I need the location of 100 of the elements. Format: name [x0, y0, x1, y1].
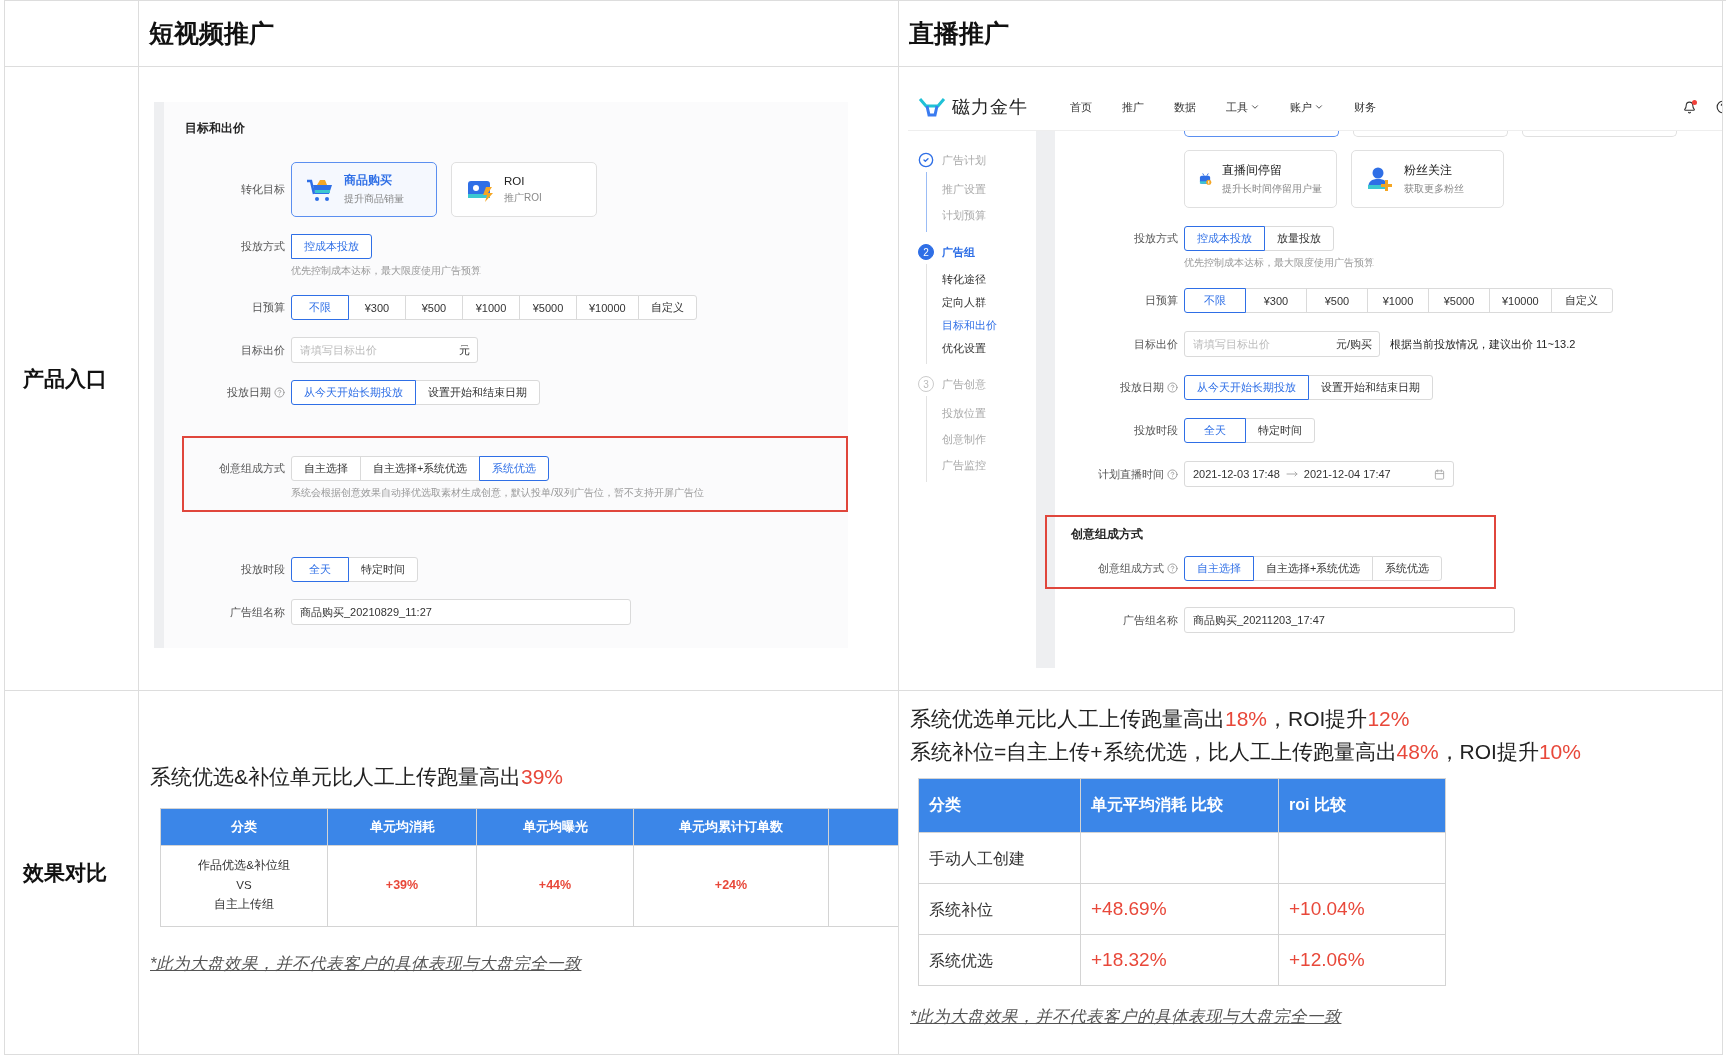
field-label: 投放时段: [241, 562, 285, 577]
option-button[interactable]: 全天: [1184, 418, 1246, 443]
option-button[interactable]: ¥500: [1306, 288, 1368, 313]
field-label: 计划直播时间: [1098, 466, 1164, 482]
option-button[interactable]: 自定义: [1550, 288, 1613, 313]
field-label: 目标出价: [241, 342, 285, 358]
field-label: 目标出价: [1134, 336, 1178, 352]
field-label: 转化目标: [241, 182, 285, 197]
table-header-cell: 单元均消耗: [328, 808, 477, 846]
table-header-cell: 分类: [161, 808, 328, 846]
field-label: 投放日期: [227, 385, 271, 400]
hint-text: 优先控制成本达标，最大限度使用广告预算: [291, 264, 481, 278]
option-button[interactable]: 控成本投放: [291, 234, 372, 259]
field-label: 投放方式: [241, 239, 285, 254]
sidebar-item[interactable]: 定向人群: [942, 291, 1036, 314]
sidebar-item[interactable]: 转化途径: [942, 268, 1036, 291]
unit-label: 元: [459, 342, 470, 358]
sidebar-item[interactable]: 优化设置: [942, 337, 1036, 360]
option-button[interactable]: 设置开始和结束日期: [1308, 375, 1433, 400]
table-cell: 作品优选&补位组 VS 自主上传组: [161, 845, 328, 927]
option-button[interactable]: 设置开始和结束日期: [415, 380, 540, 405]
option-button[interactable]: ¥1000: [462, 295, 520, 320]
field-label: 创意组成方式: [219, 461, 285, 476]
goal-card[interactable]: ROI 推广ROI: [451, 162, 597, 217]
chevron-down-icon: [1314, 102, 1324, 112]
unit-label: 元/购买: [1335, 336, 1372, 352]
logo-text: 磁力金牛: [952, 96, 1028, 119]
input-field[interactable]: 商品购买_20210829_11:27: [291, 599, 631, 625]
option-button[interactable]: 特定时间: [348, 557, 418, 582]
option-button[interactable]: 特定时间: [1245, 418, 1315, 443]
option-button[interactable]: ¥5000: [519, 295, 577, 320]
nav-item[interactable]: 数据: [1174, 99, 1196, 115]
card-subtitle: 推广ROI: [504, 190, 542, 205]
table-header-cell: 分类: [919, 779, 1081, 834]
table-header-cell: 单元均累计订单数: [634, 808, 829, 846]
nav-item[interactable]: 首页: [1070, 99, 1092, 115]
table-header-cell: roi 比较: [1279, 779, 1446, 834]
row-label: 效果对比: [22, 859, 108, 886]
option-button[interactable]: 从今天开始长期投放: [291, 380, 416, 405]
goal-card[interactable]: 商品购买 提升商品销量: [291, 162, 437, 217]
table-header-cell: 单元平均消耗 比较: [1081, 779, 1279, 834]
chevron-down-icon: [1250, 102, 1260, 112]
option-button[interactable]: ¥1000: [1367, 288, 1429, 313]
card-title: 粉丝关注: [1404, 162, 1453, 178]
column-header: 短视频推广: [148, 18, 275, 49]
goal-card[interactable]: 直播间停留 提升长时间停留用户量: [1184, 150, 1337, 208]
card-subtitle: 提升长时间停留用户量: [1222, 181, 1322, 196]
card-subtitle: 获取更多粉丝: [1404, 181, 1464, 196]
footnote: *此为大盘效果，并不代表客户的具体表现与大盘完全一致: [150, 952, 583, 974]
option-button[interactable]: 自主选择+系统优选: [360, 456, 481, 481]
table-cell: +39%: [328, 845, 477, 927]
goal-card[interactable]: 粉丝关注 获取更多粉丝: [1351, 150, 1504, 208]
nav-item[interactable]: 工具: [1226, 99, 1260, 115]
option-button[interactable]: 不限: [291, 295, 349, 320]
option-button[interactable]: ¥5000: [1428, 288, 1490, 313]
option-button[interactable]: ¥300: [348, 295, 406, 320]
input-field[interactable]: 商品购买_20211203_17:47: [1184, 607, 1515, 633]
hint-text: 系统会根据创意效果自动择优选取素材生成创意，默认投单/双列广告位，暂不支持开屏广告位: [291, 486, 704, 500]
sidebar-item[interactable]: 目标和出价: [942, 314, 1036, 337]
option-button[interactable]: 系统优选: [1372, 556, 1443, 581]
option-button[interactable]: 自主选择: [291, 456, 361, 481]
option-button[interactable]: 自主选择: [1184, 556, 1254, 581]
headline: 系统优选单元比人工上传跑量高出18%，ROI提升12%: [910, 706, 1411, 732]
option-button[interactable]: 不限: [1184, 288, 1246, 313]
table-cell: 系统优选: [919, 935, 1081, 987]
field-label: 投放方式: [1134, 231, 1178, 246]
table-cell: +24%: [634, 845, 829, 927]
notification-icon[interactable]: [1683, 100, 1696, 114]
field-label: 广告组名称: [1123, 612, 1178, 628]
option-button[interactable]: ¥10000: [1489, 288, 1552, 313]
option-button[interactable]: 系统优选: [479, 456, 550, 481]
step-title[interactable]: 广告组: [942, 244, 975, 260]
column-header: 直播推广: [908, 18, 1010, 49]
table-cell: +18.32%: [1081, 935, 1279, 987]
person-add-icon: [1366, 165, 1394, 193]
nav-item[interactable]: 账户: [1290, 99, 1324, 115]
option-button[interactable]: 控成本投放: [1184, 226, 1265, 251]
footnote: *此为大盘效果，并不代表客户的具体表现与大盘完全一致: [910, 1006, 1343, 1028]
step-number: 2: [918, 244, 934, 260]
option-button[interactable]: ¥10000: [576, 295, 639, 320]
section-title: 目标和出价: [185, 120, 246, 137]
option-button[interactable]: 放量投放: [1264, 226, 1334, 251]
calendar-icon: [1434, 468, 1445, 480]
field-label: 广告组名称: [230, 604, 285, 620]
table-cell: 系统补位: [919, 884, 1081, 936]
option-button[interactable]: 自主选择+系统优选: [1253, 556, 1374, 581]
option-button[interactable]: ¥500: [405, 295, 463, 320]
option-button[interactable]: ¥300: [1245, 288, 1307, 313]
option-button[interactable]: 全天: [291, 557, 349, 582]
option-button[interactable]: 从今天开始长期投放: [1184, 375, 1309, 400]
option-button[interactable]: 自定义: [637, 295, 697, 320]
field-label: 投放时段: [1134, 423, 1178, 438]
nav-item[interactable]: 财务: [1354, 99, 1376, 115]
table-cell: +12.06%: [1279, 935, 1446, 987]
field-label: 投放日期: [1120, 380, 1164, 395]
hint-text: 优先控制成本达标，最大限度使用广告预算: [1184, 256, 1374, 270]
headline: 系统补位=自主上传+系统优选，比人工上传跑量高出48%，ROI提升10%: [910, 738, 1582, 765]
date-range-field[interactable]: 2021-12-03 17:48 2021-12-04 17:47: [1184, 461, 1454, 487]
card-title: 商品购买: [344, 173, 393, 188]
nav-item[interactable]: 推广: [1122, 99, 1144, 115]
